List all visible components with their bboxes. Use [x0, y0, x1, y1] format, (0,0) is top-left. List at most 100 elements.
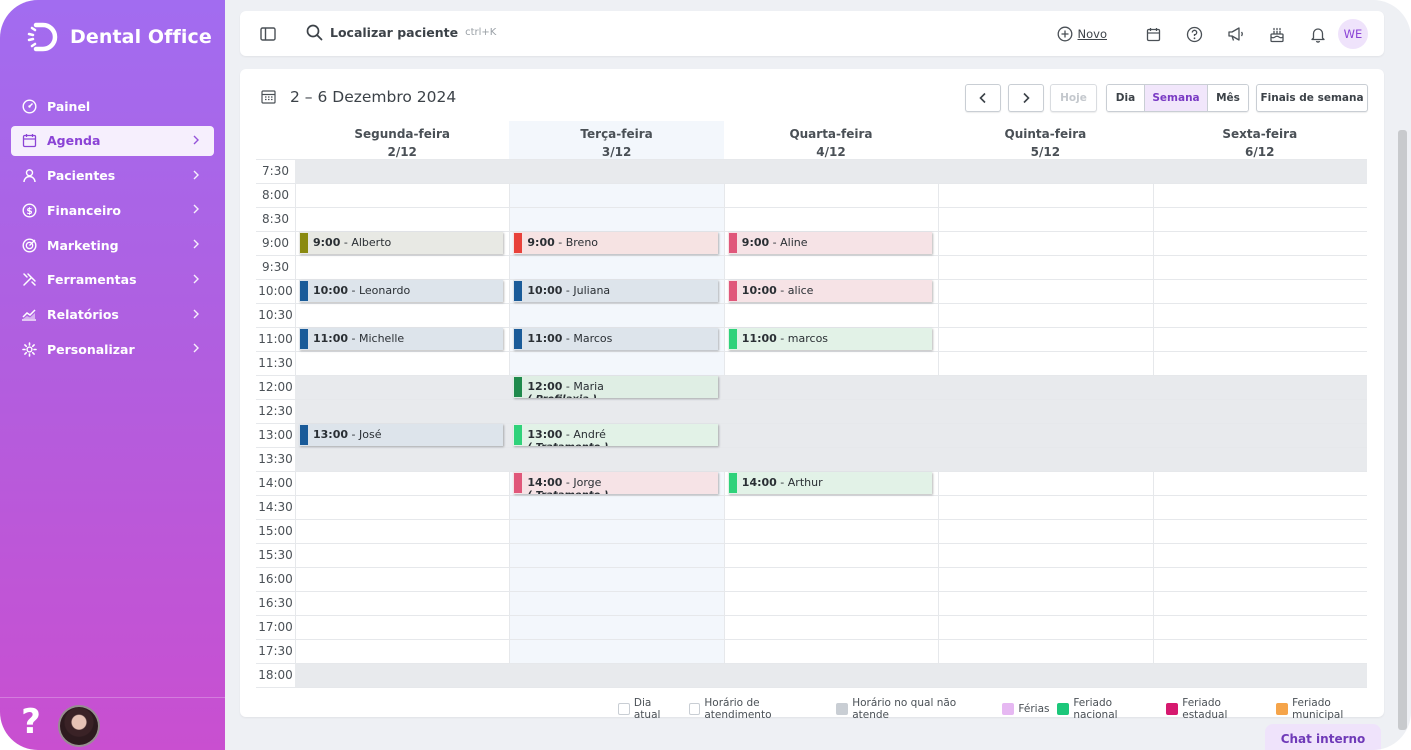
chevron-right-icon — [192, 169, 200, 183]
logo[interactable]: Dental Office — [24, 20, 212, 54]
appointment-event[interactable]: 10:00 - Juliana — [513, 280, 718, 302]
view-day-button[interactable]: Dia — [1107, 85, 1145, 111]
appointment-event[interactable]: 13:00 - André ( Tratamento ) — [513, 424, 718, 446]
appointment-event[interactable]: 9:00 - Aline — [727, 232, 933, 254]
sidebar-item-marketing[interactable]: Marketing — [11, 230, 214, 260]
time-label: 10:30 — [258, 308, 293, 322]
appointment-time: 11:00 — [741, 332, 777, 345]
appointment-event[interactable]: 13:00 - José — [299, 424, 504, 446]
calendar-icon[interactable] — [1133, 19, 1174, 49]
grid-line — [256, 159, 1367, 160]
appointment-patient: Michelle — [358, 332, 405, 345]
internal-chat-button[interactable]: Chat interno — [1265, 724, 1381, 750]
today-button[interactable]: Hoje — [1050, 84, 1097, 112]
appointment-event[interactable]: 10:00 - Leonardo — [299, 280, 504, 302]
appointment-separator: - — [776, 332, 788, 345]
appointment-separator: - — [776, 284, 788, 297]
legend-label: Feriado municipal — [1292, 697, 1344, 721]
gear-icon — [21, 341, 37, 357]
appointment-event[interactable]: 10:00 - alice — [727, 280, 933, 302]
appointment-procedure: ( Tratamento ) — [527, 491, 717, 495]
appointment-event[interactable]: 14:00 - Jorge ( Tratamento ) — [513, 472, 718, 495]
birthday-cake-icon[interactable] — [1256, 19, 1297, 49]
legend-label: Feriado nacional — [1073, 697, 1118, 721]
closed-slot — [295, 375, 1367, 399]
appointment-time: 10:00 — [527, 284, 563, 297]
next-week-button[interactable] — [1008, 84, 1044, 112]
sidebar-item-label: Financeiro — [47, 202, 121, 218]
appointment-event[interactable]: 12:00 - Maria ( Profilaxia ) — [513, 376, 718, 399]
appointment-time: 14:00 — [741, 476, 777, 489]
appointment-event[interactable]: 11:00 - marcos — [727, 328, 933, 350]
sidebar-item-personalizar[interactable]: Personalizar — [11, 334, 214, 364]
appointment-separator: - — [562, 476, 574, 489]
chart-icon — [21, 307, 37, 323]
appointment-time: 9:00 — [527, 236, 555, 249]
date-range-title: 2 – 6 Dezembro 2024 — [290, 88, 457, 106]
bell-icon[interactable] — [1297, 19, 1338, 49]
toggle-sidebar-icon[interactable] — [260, 26, 276, 45]
appointment-color-bar — [728, 233, 737, 253]
chevron-right-icon — [192, 308, 200, 322]
sidebar-item-agenda[interactable]: Agenda — [11, 125, 214, 156]
appointment-patient: Alberto — [351, 236, 392, 249]
appointment-color-bar — [514, 425, 523, 445]
calendar-grid-icon — [261, 90, 276, 104]
appointment-event[interactable]: 14:00 - Arthur — [727, 472, 933, 494]
page-scrollbar[interactable] — [1398, 130, 1407, 730]
new-button[interactable]: Novo — [1057, 26, 1107, 42]
help-circle-icon[interactable] — [1174, 19, 1215, 49]
day-header[interactable]: Quarta-feira 4/12 — [724, 121, 938, 159]
appointment-event[interactable]: 9:00 - Alberto — [299, 232, 504, 254]
sidebar-item-financeiro[interactable]: $ Financeiro — [11, 195, 214, 225]
topbar: Localizar paciente ctrl+K Novo WE — [240, 11, 1384, 56]
previous-week-button[interactable] — [965, 84, 1001, 112]
legend-item: Horário no qual não atende — [836, 697, 994, 721]
view-month-button[interactable]: Mês — [1208, 85, 1248, 111]
appointment-event[interactable]: 11:00 - Michelle — [299, 328, 504, 350]
legend-item: Feriado municipal — [1276, 697, 1384, 721]
help-icon[interactable]: ? — [13, 700, 49, 744]
appointment-time: 12:00 — [527, 380, 563, 393]
appointment-event[interactable]: 11:00 - Marcos — [513, 328, 718, 350]
user-initials-avatar[interactable]: WE — [1338, 19, 1368, 49]
user-photo-avatar[interactable] — [58, 705, 100, 747]
day-header[interactable]: Sexta-feira 6/12 — [1153, 121, 1367, 159]
legend: Dia atual Horário de atendimento Horário n… — [618, 697, 1384, 721]
legend-item: Horário de atendimento — [688, 697, 829, 721]
search-icon — [306, 24, 323, 41]
legend-label: Feriado estadual — [1182, 697, 1228, 721]
appointment-time: 13:00 — [527, 428, 563, 441]
patient-search[interactable]: Localizar paciente ctrl+K — [306, 24, 496, 41]
appointment-color-bar — [728, 281, 737, 301]
day-header[interactable]: Terça-feira 3/12 — [509, 121, 724, 159]
sidebar-item-pacientes[interactable]: Pacientes — [11, 161, 214, 191]
appointment-event[interactable]: 9:00 - Breno — [513, 232, 718, 254]
legend-label: Férias — [1018, 703, 1050, 715]
weekends-toggle-button[interactable]: Finais de semana — [1256, 84, 1368, 112]
appointment-procedure: ( Profilaxia ) — [527, 395, 717, 399]
closed-slot — [295, 159, 1367, 183]
legend-swatch — [1166, 703, 1179, 715]
appointment-patient: Maria — [573, 380, 604, 393]
sidebar-item-ferramentas[interactable]: Ferramentas — [11, 265, 214, 295]
sidebar-item-relatorios[interactable]: Relatórios — [11, 300, 214, 330]
grid-line — [256, 519, 1367, 520]
grid-line — [256, 639, 1367, 640]
topbar-actions: Novo WE — [1057, 19, 1368, 49]
legend-item: Feriado nacional — [1057, 697, 1158, 721]
grid-line — [256, 303, 1367, 304]
closed-slot — [295, 399, 1367, 423]
legend-swatch — [688, 703, 701, 715]
megaphone-icon[interactable] — [1215, 19, 1256, 49]
appointment-color-bar — [514, 473, 523, 493]
day-header[interactable]: Quinta-feira 5/12 — [938, 121, 1152, 159]
time-label: 17:30 — [258, 644, 293, 658]
search-shortcut-hint: ctrl+K — [465, 27, 497, 38]
sidebar-item-painel[interactable]: Painel — [11, 91, 214, 121]
grid-line — [256, 399, 1367, 400]
view-week-button[interactable]: Semana — [1145, 85, 1208, 111]
appointment-separator: - — [776, 476, 788, 489]
day-name: Segunda-feira — [354, 127, 450, 141]
day-header[interactable]: Segunda-feira 2/12 — [295, 121, 509, 159]
